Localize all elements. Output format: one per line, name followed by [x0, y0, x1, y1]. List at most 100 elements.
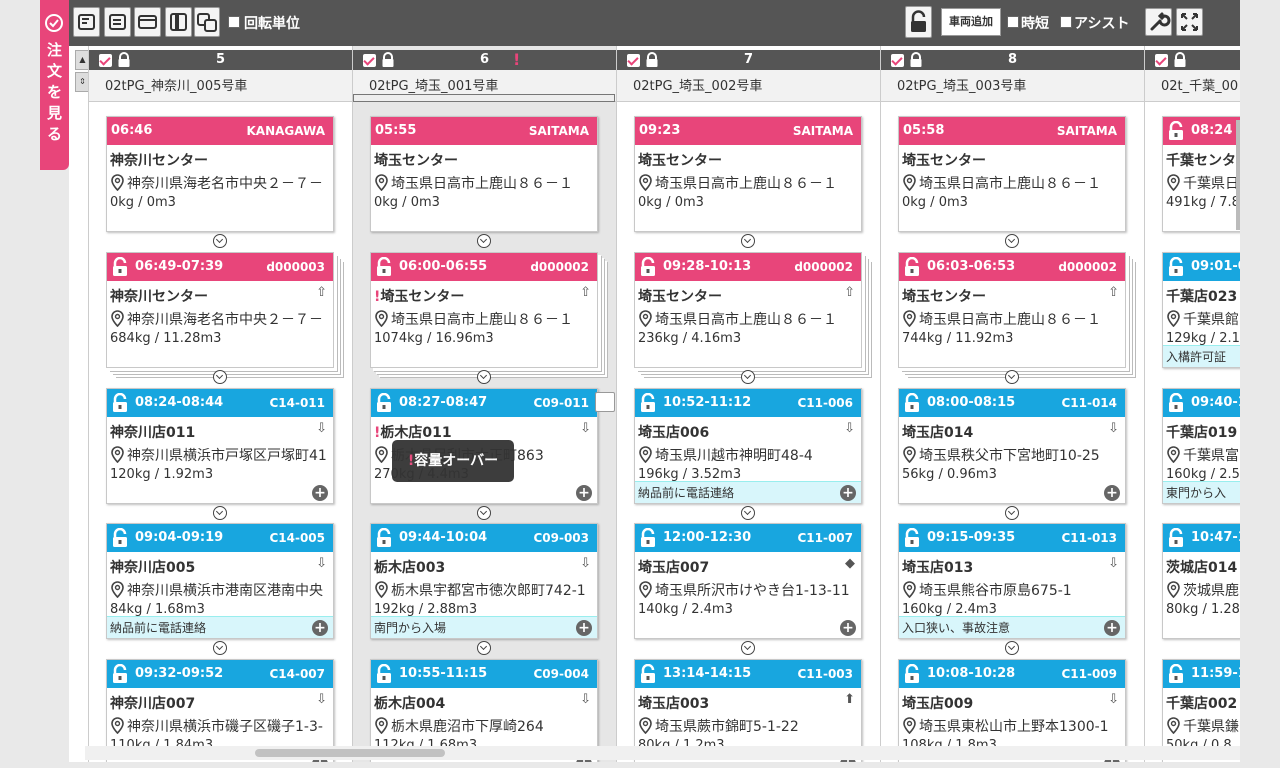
lock-icon[interactable]: [111, 527, 129, 559]
lock-icon[interactable]: [639, 392, 657, 424]
chevron-down-icon[interactable]: [213, 506, 227, 520]
lock-icon[interactable]: [1173, 52, 1187, 72]
column-checkbox[interactable]: [1155, 54, 1168, 67]
delivery-card[interactable]: 10:52-11:12 C11-006 埼玉店006 ⇩ 埼玉県川越市神明町48-4 19…: [634, 388, 862, 504]
move-arrow-icon[interactable]: ⇧: [1108, 285, 1119, 300]
chevron-down-icon[interactable]: [477, 506, 491, 520]
chevron-down-icon[interactable]: [1005, 506, 1019, 520]
lock-icon[interactable]: [903, 256, 921, 288]
fullscreen-icon[interactable]: [1176, 8, 1203, 36]
lock-icon[interactable]: [111, 663, 129, 695]
move-arrow-icon[interactable]: ⇩: [580, 556, 591, 571]
move-arrow-icon[interactable]: ⇧: [316, 285, 327, 300]
expand-icon[interactable]: +: [840, 620, 856, 636]
delivery-card[interactable]: 08:24 千葉センタ 千葉県日 491kg / 7.8: [1162, 116, 1240, 232]
delivery-card[interactable]: 08:00-08:15 C11-014 埼玉店014 ⇩ 埼玉県秩父市下宮地町10-25…: [898, 388, 1126, 504]
horizontal-scrollbar[interactable]: [85, 746, 1240, 760]
delivery-card[interactable]: 09:01-0 千葉店023 千葉県館 129kg / 2.1入構許可証: [1162, 252, 1240, 368]
chevron-down-icon[interactable]: [741, 234, 755, 248]
chevron-down-icon[interactable]: [1005, 234, 1019, 248]
delivery-card[interactable]: 09:23 SAITAMA 埼玉センター 埼玉県日高市上鹿山８６－１ 0kg / 0m3: [634, 116, 862, 232]
lock-icon[interactable]: [905, 6, 932, 38]
lock-icon[interactable]: [639, 527, 657, 559]
delivery-card[interactable]: 06:03-06:53 d000002 埼玉センター ⇧ 埼玉県日高市上鹿山８６－１ 74…: [898, 252, 1126, 368]
move-arrow-icon[interactable]: ⇩: [316, 421, 327, 436]
lock-icon[interactable]: [903, 663, 921, 695]
move-arrow-icon[interactable]: ⇧: [580, 285, 591, 300]
lock-icon[interactable]: [903, 392, 921, 424]
wrench-icon[interactable]: [1145, 8, 1172, 36]
layout-card-icon[interactable]: [134, 7, 161, 37]
lock-icon[interactable]: [639, 663, 657, 695]
lock-icon[interactable]: [111, 256, 129, 288]
delivery-card[interactable]: 09:04-09:19 C14-005 神奈川店005 ⇩ 神奈川県横浜市港南区港南中央…: [106, 523, 334, 639]
view-orders-tab[interactable]: 注 文 を 見 る: [40, 0, 69, 170]
assist-checkbox[interactable]: [1060, 16, 1072, 28]
move-arrow-icon[interactable]: ⇩: [316, 692, 327, 707]
delivery-card[interactable]: 05:55 SAITAMA 埼玉センター 埼玉県日高市上鹿山８６－１ 0kg / 0m3: [370, 116, 598, 232]
expand-icon[interactable]: +: [312, 620, 328, 636]
expand-icon[interactable]: +: [1104, 485, 1120, 501]
add-vehicle-button[interactable]: 車両追加: [941, 8, 1001, 36]
expand-icon[interactable]: +: [576, 485, 592, 501]
lock-icon[interactable]: [375, 663, 393, 695]
expand-icon[interactable]: +: [312, 485, 328, 501]
delivery-card[interactable]: 06:00-06:55 d000002 !埼玉センター ⇧ 埼玉県日高市上鹿山８６－１ 1…: [370, 252, 598, 368]
layout-list-icon[interactable]: [73, 7, 100, 37]
delivery-card[interactable]: 06:49-07:39 d000003 神奈川センター ⇧ 神奈川県海老名市中央２－７－…: [106, 252, 334, 368]
move-arrow-icon[interactable]: ⇧: [844, 285, 855, 300]
lock-icon[interactable]: [375, 256, 393, 288]
move-arrow-icon[interactable]: ⇩: [316, 556, 327, 571]
delivery-card[interactable]: 05:58 SAITAMA 埼玉センター 埼玉県日高市上鹿山８６－１ 0kg / 0m3: [898, 116, 1126, 232]
swap-view-icon[interactable]: [194, 7, 220, 37]
delivery-card[interactable]: 09:40-1 千葉店019 千葉県富 160kg / 2.5東門から入: [1162, 388, 1240, 504]
delivery-card[interactable]: 12:00-12:30 C11-007 埼玉店007 ◆ 埼玉県所沢市けやき台1-13-…: [634, 523, 862, 639]
layout-split-icon[interactable]: [104, 7, 131, 37]
lock-icon[interactable]: [1167, 527, 1185, 559]
chevron-down-icon[interactable]: [1005, 370, 1019, 384]
move-arrow-icon[interactable]: ⇩: [1108, 421, 1119, 436]
delivery-card[interactable]: 10:47-1 茨城店014 茨城県鹿 80kg / 1.28: [1162, 523, 1240, 639]
column-mini-scrollbar[interactable]: [353, 94, 615, 102]
move-arrow-icon[interactable]: ⬆: [844, 692, 855, 707]
delivery-card[interactable]: 08:24-08:44 C14-011 神奈川店011 ⇩ 神奈川県横浜市戸塚区戸塚町4…: [106, 388, 334, 504]
move-arrow-icon[interactable]: ◆: [845, 556, 855, 571]
lock-icon[interactable]: [1167, 256, 1185, 288]
lock-icon[interactable]: [1167, 663, 1185, 695]
lock-icon[interactable]: [1167, 120, 1185, 152]
chevron-down-icon[interactable]: [213, 641, 227, 655]
move-arrow-icon[interactable]: ⇩: [1108, 692, 1119, 707]
rotation-unit-checkbox[interactable]: [228, 16, 240, 28]
lock-icon[interactable]: [1167, 392, 1185, 424]
select-card-checkbox[interactable]: [595, 392, 615, 412]
expand-icon[interactable]: +: [576, 620, 592, 636]
move-arrow-icon[interactable]: ⇩: [1108, 556, 1119, 571]
delivery-card[interactable]: 09:44-10:04 C09-003 栃木店003 ⇩ 栃木県宇都宮市徳次郎町742-…: [370, 523, 598, 639]
delivery-card[interactable]: 06:46 KANAGAWA 神奈川センター 神奈川県海老名市中央２－７－ 0kg / …: [106, 116, 334, 232]
chevron-down-icon[interactable]: [741, 641, 755, 655]
move-arrow-icon[interactable]: ⇩: [580, 421, 591, 436]
chevron-down-icon[interactable]: [477, 234, 491, 248]
move-arrow-icon[interactable]: ⇩: [580, 692, 591, 707]
layout-columns-icon[interactable]: [165, 7, 192, 37]
chevron-down-icon[interactable]: [477, 370, 491, 384]
lock-icon[interactable]: [903, 527, 921, 559]
chevron-down-icon[interactable]: [213, 234, 227, 248]
lock-icon[interactable]: [375, 392, 393, 424]
expand-icon[interactable]: +: [1104, 620, 1120, 636]
lock-icon[interactable]: [111, 392, 129, 424]
lock-icon[interactable]: [375, 527, 393, 559]
move-arrow-icon[interactable]: ⇩: [844, 421, 855, 436]
chevron-down-icon[interactable]: [741, 370, 755, 384]
delivery-card[interactable]: 09:15-09:35 C11-013 埼玉店013 ⇩ 埼玉県熊谷市原島675-1 16…: [898, 523, 1126, 639]
chevron-down-icon[interactable]: [477, 641, 491, 655]
scroll-thumb[interactable]: [255, 749, 445, 757]
expand-icon[interactable]: +: [840, 485, 856, 501]
lock-icon[interactable]: [639, 256, 657, 288]
chevron-down-icon[interactable]: [213, 370, 227, 384]
shorten-checkbox[interactable]: [1007, 16, 1019, 28]
chevron-down-icon[interactable]: [741, 506, 755, 520]
chevron-down-icon[interactable]: [1005, 641, 1019, 655]
vertical-scrollbar[interactable]: [1236, 120, 1240, 230]
delivery-card[interactable]: 09:28-10:13 d000002 埼玉センター ⇧ 埼玉県日高市上鹿山８６－１ 23…: [634, 252, 862, 368]
